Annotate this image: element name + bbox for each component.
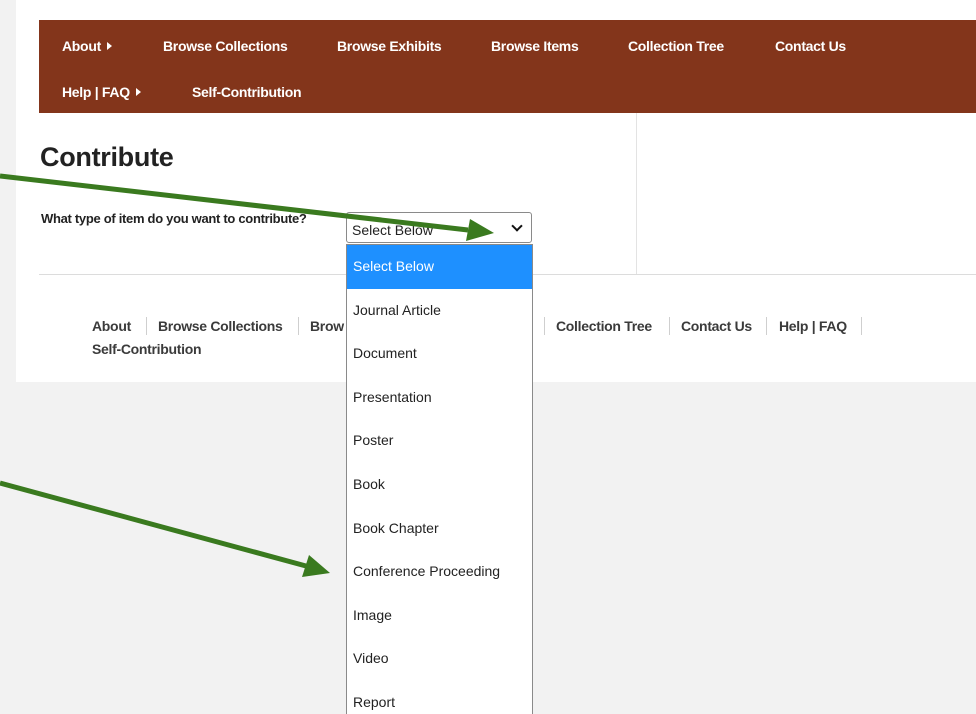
submenu-arrow-icon — [106, 42, 112, 50]
nav-item-about[interactable]: About — [62, 38, 112, 54]
footer-link-contact-us[interactable]: Contact Us — [681, 318, 752, 334]
footer-separator — [298, 317, 299, 335]
annotation-arrow-to-option — [0, 480, 307, 569]
option-conference-proceeding[interactable]: Conference Proceeding — [347, 550, 532, 594]
nav-item-collection-tree[interactable]: Collection Tree — [628, 38, 724, 54]
item-type-select[interactable]: Select Below — [346, 212, 532, 243]
item-type-select-value: Select Below — [352, 222, 433, 238]
nav-item-browse-items[interactable]: Browse Items — [491, 38, 579, 54]
option-poster[interactable]: Poster — [347, 419, 532, 463]
footer-separator — [861, 317, 862, 335]
main-navigation: About Browse Collections Browse Exhibits… — [39, 20, 976, 113]
footer-link-self-contribution[interactable]: Self-Contribution — [92, 341, 202, 357]
footer-link-about[interactable]: About — [92, 318, 131, 334]
footer-link-browse-exhibits[interactable]: Brow — [310, 318, 344, 334]
item-type-dropdown-list: Select Below Journal Article Document Pr… — [346, 244, 533, 714]
option-book[interactable]: Book — [347, 463, 532, 507]
footer-separator — [544, 317, 545, 335]
submenu-arrow-icon — [135, 88, 141, 96]
nav-item-contact-us[interactable]: Contact Us — [775, 38, 846, 54]
option-select-below[interactable]: Select Below — [347, 245, 532, 289]
nav-item-help-faq[interactable]: Help | FAQ — [62, 84, 141, 100]
footer-separator — [766, 317, 767, 335]
arrowhead-icon — [302, 555, 330, 577]
option-presentation[interactable]: Presentation — [347, 376, 532, 420]
page-title: Contribute — [40, 142, 174, 172]
chevron-down-icon — [511, 220, 523, 232]
footer-separator — [146, 317, 147, 335]
footer-link-browse-collections[interactable]: Browse Collections — [158, 318, 283, 334]
option-report[interactable]: Report — [347, 681, 532, 714]
footer-separator — [669, 317, 670, 335]
nav-item-browse-collections[interactable]: Browse Collections — [163, 38, 288, 54]
nav-item-self-contribution[interactable]: Self-Contribution — [192, 84, 302, 100]
item-type-question-label: What type of item do you want to contrib… — [41, 211, 307, 226]
footer-link-collection-tree[interactable]: Collection Tree — [556, 318, 652, 334]
option-document[interactable]: Document — [347, 332, 532, 376]
column-divider — [636, 113, 637, 275]
option-image[interactable]: Image — [347, 594, 532, 638]
option-video[interactable]: Video — [347, 637, 532, 681]
option-book-chapter[interactable]: Book Chapter — [347, 507, 532, 551]
nav-item-browse-exhibits[interactable]: Browse Exhibits — [337, 38, 442, 54]
footer-link-help-faq[interactable]: Help | FAQ — [779, 318, 847, 334]
option-journal-article[interactable]: Journal Article — [347, 289, 532, 333]
